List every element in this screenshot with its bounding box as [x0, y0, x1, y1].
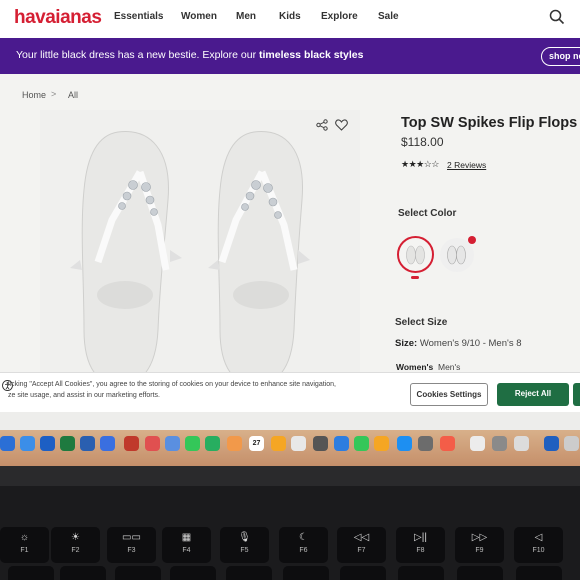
product-title: Top SW Spikes Flip Flops — [401, 115, 578, 131]
promo-link[interactable]: timeless black styles — [259, 49, 363, 61]
star-icon: ★ — [416, 159, 424, 169]
key-f9[interactable]: ▷▷ F9 — [455, 527, 504, 563]
accept-all-button[interactable] — [573, 383, 580, 406]
star-icon: ★ — [401, 159, 409, 169]
dock-app-icon[interactable] — [145, 436, 160, 451]
dock-numbers-icon[interactable] — [354, 436, 369, 451]
dock-calendar-icon[interactable]: 27 — [249, 436, 264, 451]
key[interactable] — [226, 566, 272, 580]
search-icon[interactable] — [549, 9, 565, 25]
laptop-bezel — [0, 466, 580, 486]
dock-mail-icon[interactable] — [165, 436, 180, 451]
reviews-link[interactable]: 2 Reviews — [447, 160, 486, 170]
dock-excel-icon[interactable] — [60, 436, 75, 451]
dock-outlook-icon[interactable] — [80, 436, 95, 451]
select-size-label: Select Size — [395, 317, 448, 328]
cookie-text-line2: ze site usage, and assist in our marketi… — [8, 392, 161, 399]
select-color-label: Select Color — [398, 208, 457, 219]
dock-app-icon[interactable] — [313, 436, 328, 451]
flip-flops-image — [70, 131, 310, 386]
key-f10[interactable]: ◁ F10 — [514, 527, 563, 563]
heart-icon[interactable] — [335, 119, 348, 131]
star-empty-icon: ☆ — [431, 159, 439, 169]
new-badge-dot — [468, 236, 476, 244]
rating-stars: ★★★☆☆ — [401, 159, 439, 170]
size-tab-men[interactable]: Men's — [438, 362, 460, 372]
size-tab-women[interactable]: Women's — [396, 362, 433, 372]
product-image[interactable] — [40, 110, 360, 390]
key-f1[interactable]: ☼ F1 — [0, 527, 49, 563]
key-f4[interactable]: ▦ F4 — [162, 527, 211, 563]
key[interactable] — [516, 566, 562, 580]
product-price: $118.00 — [401, 135, 444, 149]
dock-app-icon[interactable] — [470, 436, 485, 451]
key[interactable] — [60, 566, 106, 580]
key[interactable] — [115, 566, 161, 580]
dock-app-icon[interactable] — [334, 436, 349, 451]
nav-women[interactable]: Women — [181, 11, 217, 22]
share-icon[interactable] — [316, 119, 328, 131]
dock-facetime-icon[interactable] — [205, 436, 220, 451]
key-f5[interactable]: 🎙 F5 — [220, 527, 269, 563]
nav-explore[interactable]: Explore — [321, 11, 358, 22]
size-label: Size: — [395, 338, 418, 349]
dock-app-store-icon[interactable] — [397, 436, 412, 451]
cookie-banner: licking "Accept All Cookies", you agree … — [0, 372, 580, 412]
dock-pages-icon[interactable] — [374, 436, 389, 451]
key-f7[interactable]: ◁◁ F7 — [337, 527, 386, 563]
cookie-text-line1: licking "Accept All Cookies", you agree … — [8, 381, 336, 388]
promo-banner: Your little black dress has a new bestie… — [0, 38, 580, 74]
dock-app-icon[interactable] — [492, 436, 507, 451]
dock-reminders-icon[interactable] — [291, 436, 306, 451]
dock-messages-icon[interactable] — [185, 436, 200, 451]
dock-notes-icon[interactable] — [271, 436, 286, 451]
dock-zoom-icon[interactable] — [100, 436, 115, 451]
website: havaianas Essentials Women Men Kids Expl… — [0, 0, 580, 430]
size-value: Women's 9/10 - Men's 8 — [417, 338, 522, 349]
key-f6[interactable]: ☾ F6 — [279, 527, 328, 563]
breadcrumb-separator: > — [51, 89, 57, 99]
swatch-flip-flop-icon — [406, 245, 425, 265]
key[interactable] — [457, 566, 503, 580]
dock-finder-icon[interactable] — [0, 436, 15, 451]
key-f8[interactable]: ▷|| F8 — [396, 527, 445, 563]
top-navigation: havaianas Essentials Women Men Kids Expl… — [0, 0, 580, 38]
dock-word-icon[interactable] — [40, 436, 55, 451]
key[interactable] — [340, 566, 386, 580]
dock-safari-icon[interactable] — [20, 436, 35, 451]
key[interactable] — [170, 566, 216, 580]
nav-men[interactable]: Men — [236, 11, 256, 22]
nav-sale[interactable]: Sale — [378, 11, 399, 22]
key[interactable] — [8, 566, 54, 580]
brand-logo[interactable]: havaianas — [14, 7, 102, 29]
dock-powerpoint-icon[interactable] — [124, 436, 139, 451]
dock-app-icon[interactable] — [440, 436, 455, 451]
promo-text: Your little black dress has a new bestie… — [16, 49, 259, 61]
breadcrumb-all[interactable]: All — [68, 90, 78, 100]
shop-now-button[interactable]: shop no — [541, 47, 580, 66]
key-f3[interactable]: ▭▭ F3 — [107, 527, 156, 563]
breadcrumb-home[interactable]: Home — [22, 90, 46, 100]
dock-box-icon[interactable] — [544, 436, 559, 451]
cookies-settings-button[interactable]: Cookies Settings — [410, 383, 488, 406]
dock-photos-icon[interactable] — [227, 436, 242, 451]
color-swatch-white[interactable] — [397, 236, 434, 273]
dock-settings-icon[interactable] — [418, 436, 433, 451]
nav-kids[interactable]: Kids — [279, 11, 301, 22]
page-below-banner — [0, 412, 580, 430]
dock-trash-icon[interactable] — [564, 436, 579, 451]
reject-all-button[interactable]: Reject All — [497, 383, 569, 406]
key[interactable] — [283, 566, 329, 580]
selected-indicator — [411, 276, 419, 279]
key-f2[interactable]: ☀ F2 — [51, 527, 100, 563]
nav-essentials[interactable]: Essentials — [114, 11, 163, 22]
dock-app-icon[interactable] — [514, 436, 529, 451]
key[interactable] — [398, 566, 444, 580]
size-summary: Size: Women's 9/10 - Men's 8 — [395, 338, 522, 349]
